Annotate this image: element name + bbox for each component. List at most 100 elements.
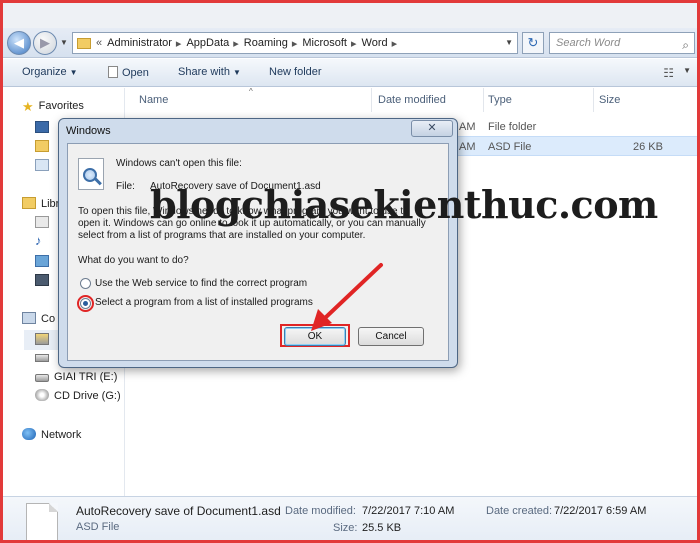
back-button[interactable]: ◀ — [7, 31, 31, 55]
address-bar[interactable]: « Administrator ▸ AppData ▸ Roaming ▸ Mi… — [72, 32, 518, 54]
breadcrumb-word[interactable]: Word — [362, 37, 388, 49]
drive-e-label: GIAI TRI (E:) — [54, 371, 118, 383]
network-icon — [22, 428, 36, 440]
column-header-name[interactable]: Name — [139, 94, 168, 106]
nav-network[interactable]: Network — [22, 428, 81, 441]
navigation-bar: ◀ ▶ ▼ « Administrator ▸ AppData ▸ Roamin… — [0, 28, 700, 58]
chevron-right-icon[interactable]: ▸ — [233, 37, 239, 50]
recent-places-icon[interactable] — [35, 159, 49, 171]
document-icon — [108, 66, 118, 78]
drive-g-label: CD Drive (G:) — [54, 390, 121, 402]
open-button[interactable]: Open — [108, 66, 149, 79]
top-strip — [0, 0, 700, 30]
chevron-right-icon[interactable]: ▸ — [176, 37, 182, 50]
details-file-name: AutoRecovery save of Document1.asd — [76, 504, 281, 518]
chevron-right-icon[interactable]: ▸ — [292, 37, 298, 50]
search-icon: ⌕ — [682, 38, 689, 52]
libraries-icon — [22, 197, 36, 209]
computer-label: Co — [41, 313, 56, 325]
cancel-button[interactable]: Cancel — [358, 327, 424, 346]
computer-icon — [22, 312, 36, 324]
favorites-label: Favorites — [38, 100, 84, 112]
details-date-modified: 7/22/2017 7:10 AM — [362, 505, 455, 517]
local-disk-icon[interactable] — [35, 333, 49, 345]
column-header-date-modified[interactable]: Date modified — [378, 94, 446, 106]
column-header-type[interactable]: Type — [488, 94, 512, 106]
details-size-label: Size: — [333, 522, 358, 534]
question-label: What do you want to do? — [78, 255, 189, 266]
breadcrumb-roaming[interactable]: Roaming — [244, 37, 288, 49]
radio-web-service[interactable] — [80, 278, 91, 289]
drive-icon[interactable] — [35, 354, 49, 362]
details-date-modified-label: Date modified: — [285, 505, 356, 517]
documents-icon[interactable] — [35, 216, 49, 228]
ok-button[interactable]: OK — [284, 327, 346, 346]
close-button[interactable]: ✕ — [411, 120, 453, 137]
breadcrumb-administrator[interactable]: Administrator — [107, 37, 172, 49]
music-icon[interactable]: ♪ — [35, 234, 49, 247]
nav-libraries[interactable]: Libr — [22, 197, 59, 210]
views-icon[interactable]: ☷ — [663, 66, 674, 80]
address-dropdown-icon[interactable]: ▼ — [505, 38, 513, 47]
details-date-created: 7/22/2017 6:59 AM — [554, 505, 647, 517]
desktop-icon[interactable] — [35, 121, 49, 133]
chevron-right-icon[interactable]: ▸ — [392, 37, 398, 50]
recent-pages-dropdown[interactable]: ▼ — [60, 38, 68, 47]
file-search-icon — [78, 158, 104, 190]
search-placeholder: Search Word — [556, 37, 621, 49]
downloads-icon[interactable] — [35, 140, 49, 152]
column-header-size[interactable]: Size — [599, 94, 620, 106]
arrow-right-icon: ▶ — [40, 35, 50, 50]
details-date-created-label: Date created: — [486, 505, 553, 517]
type-cell: File folder — [488, 121, 537, 133]
breadcrumb-microsoft[interactable]: Microsoft — [302, 37, 347, 49]
date-modified-cell: AM — [459, 121, 476, 133]
share-with-button[interactable]: Share with ▼ — [178, 66, 241, 78]
watermark: blogchiasekienthuc.com — [150, 182, 658, 227]
chevron-down-icon: ▼ — [69, 68, 78, 77]
forward-button[interactable]: ▶ — [33, 31, 57, 55]
nav-computer[interactable]: Co — [22, 312, 55, 325]
dialog-title: Windows — [66, 125, 111, 137]
details-file-type: ASD File — [76, 521, 120, 533]
option-select-program-label[interactable]: Select a program from a list of installe… — [95, 297, 313, 308]
type-cell: ASD File — [488, 141, 532, 153]
size-cell: 26 KB — [633, 141, 663, 153]
pictures-icon[interactable] — [35, 255, 49, 267]
column-divider[interactable] — [593, 88, 594, 112]
column-divider[interactable] — [371, 88, 372, 112]
magnifier-handle — [94, 177, 102, 186]
search-input[interactable]: Search Word ⌕ — [549, 32, 695, 54]
folder-icon — [77, 37, 91, 49]
new-folder-button[interactable]: New folder — [269, 66, 322, 78]
radio-select-program[interactable] — [80, 298, 91, 309]
overflow-chevron-icon[interactable]: « — [96, 37, 102, 49]
breadcrumb-appdata[interactable]: AppData — [186, 37, 229, 49]
date-modified-cell: AM — [459, 141, 476, 153]
refresh-button[interactable]: ↻ — [522, 32, 544, 54]
refresh-icon: ↻ — [527, 35, 539, 50]
nav-drive-g[interactable]: CD Drive (G:) — [35, 389, 121, 402]
chevron-right-icon[interactable]: ▸ — [351, 37, 357, 50]
cd-drive-icon — [35, 389, 49, 401]
open-label: Open — [122, 67, 149, 79]
drive-icon — [35, 374, 49, 382]
column-divider[interactable] — [483, 88, 484, 112]
dialog-heading: Windows can't open this file: — [116, 158, 242, 169]
open-with-dialog: Windows ✕ Windows can't open this file: … — [58, 118, 458, 368]
network-label: Network — [41, 429, 82, 441]
nav-drive-e[interactable]: GIAI TRI (E:) — [35, 371, 117, 383]
organize-button[interactable]: Organize ▼ — [22, 66, 78, 78]
file-label: File: — [116, 181, 135, 192]
option-web-service-label[interactable]: Use the Web service to find the correct … — [95, 278, 307, 289]
explanation-line-3: select from a list of programs that are … — [78, 230, 366, 241]
command-bar: Organize ▼ Open Share with ▼ New folder ☷ … — [0, 59, 700, 87]
close-icon: ✕ — [427, 122, 437, 134]
nav-favorites[interactable]: ★ Favorites — [22, 99, 84, 114]
chevron-down-icon: ▼ — [232, 68, 241, 77]
views-dropdown-icon[interactable]: ▼ — [683, 66, 691, 75]
videos-icon[interactable] — [35, 274, 49, 286]
sort-caret-icon: ^ — [249, 87, 253, 96]
new-folder-label: New folder — [269, 66, 322, 78]
arrow-left-icon: ◀ — [14, 35, 24, 50]
